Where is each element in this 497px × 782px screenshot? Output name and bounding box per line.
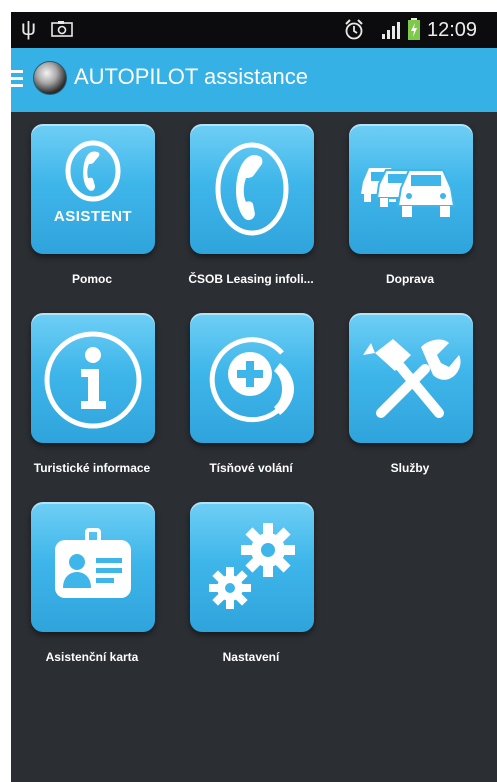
info-icon bbox=[44, 331, 142, 429]
battery-charging-icon bbox=[408, 18, 420, 40]
usb-icon: ψ bbox=[21, 17, 36, 40]
sluzby-button[interactable] bbox=[349, 313, 473, 443]
tile-nastaveni[interactable]: Nastavení bbox=[174, 502, 328, 686]
phone-icon bbox=[65, 140, 121, 202]
app-title: AUTOPILOT assistance bbox=[74, 64, 308, 89]
tile-label: Nastavení bbox=[222, 650, 280, 664]
tile-asistencni-karta[interactable]: Asistenční karta bbox=[15, 502, 169, 686]
tile-label: ČSOB Leasing infoli... bbox=[188, 272, 314, 286]
tile-label: Doprava bbox=[385, 272, 435, 286]
tile-csob-leasing[interactable]: ČSOB Leasing infoli... bbox=[174, 124, 328, 308]
tile-turisticke-informace[interactable]: Turistické informace bbox=[15, 313, 169, 497]
tile-label: Asistenční karta bbox=[45, 650, 139, 664]
asistencni-karta-button[interactable] bbox=[31, 502, 155, 632]
screenshot-icon bbox=[51, 21, 73, 37]
tisnove-volani-button[interactable] bbox=[190, 313, 314, 443]
clock-time: 12:09 bbox=[427, 19, 478, 41]
csob-leasing-button[interactable] bbox=[190, 124, 314, 254]
phone-icon bbox=[215, 142, 289, 236]
emergency-call-icon bbox=[209, 337, 294, 423]
tools-icon bbox=[363, 339, 461, 418]
alarm-icon bbox=[345, 19, 363, 40]
turisticke-informace-button[interactable] bbox=[31, 313, 155, 443]
tile-label: Služby bbox=[390, 461, 430, 475]
gears-icon bbox=[209, 523, 295, 609]
asistent-button-text: ASISTENT bbox=[53, 208, 133, 225]
nastaveni-button[interactable] bbox=[190, 502, 314, 632]
status-bar: ψ 12:09 bbox=[11, 12, 497, 48]
id-card-icon bbox=[55, 528, 131, 598]
app-logo-icon[interactable] bbox=[33, 61, 67, 95]
tile-doprava[interactable]: Doprava bbox=[333, 124, 487, 308]
tile-tisnove-volani[interactable]: Tísňové volání bbox=[174, 313, 328, 497]
menu-icon[interactable] bbox=[11, 70, 23, 87]
cars-traffic-icon bbox=[361, 168, 456, 217]
asistent-button[interactable]: ASISTENT bbox=[31, 124, 155, 254]
app-screen: ψ 12:09 AUTOPILOT assistance ASISTENT Po… bbox=[11, 12, 497, 782]
tile-pomoc[interactable]: ASISTENT Pomoc bbox=[15, 124, 169, 308]
app-bar: AUTOPILOT assistance bbox=[11, 48, 497, 112]
tile-label: Pomoc bbox=[71, 272, 112, 286]
tile-label: Turistické informace bbox=[33, 461, 151, 475]
tile-label: Tísňové volání bbox=[209, 461, 293, 475]
doprava-button[interactable] bbox=[349, 124, 473, 254]
signal-icon bbox=[382, 22, 400, 39]
tile-sluzby[interactable]: Služby bbox=[333, 313, 487, 497]
